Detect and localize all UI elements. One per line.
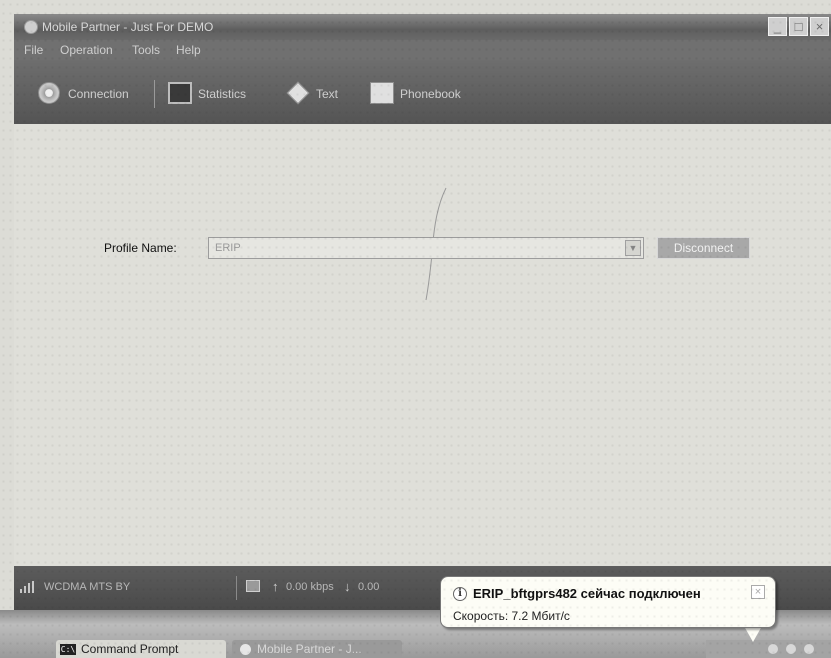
toolbar-connection-label: Connection [68,87,129,101]
download-speed: 0.00 [358,581,380,593]
title-bar[interactable]: Mobile Partner - Just For DEMO _ □ × [14,14,831,40]
toolbar-divider [154,80,155,108]
profile-name-value: ERIP [215,242,241,254]
notification-message: Скорость: 7.2 Мбит/с [453,609,570,623]
minimize-button[interactable]: _ [768,17,787,36]
upload-speed: 0.00 kbps [286,581,334,593]
text-message-icon [286,81,310,105]
command-prompt-icon: C:\ [60,644,76,655]
window-title: Mobile Partner - Just For DEMO [42,20,214,34]
upload-arrow-icon: ↑ [272,579,279,594]
connection-notification[interactable]: i ERIP_bftgprs482 сейчас подключен × Ско… [440,576,776,628]
status-divider [236,576,237,600]
taskbar-mobile-partner-label: Mobile Partner - J... [257,642,362,656]
tray-icon[interactable] [786,644,796,654]
toolbar-phonebook-label: Phonebook [400,87,461,101]
taskbar-command-prompt[interactable]: C:\ Command Prompt [56,640,226,658]
toolbar: Connection Statistics Text Phonebook [14,60,831,124]
close-button[interactable]: × [810,17,829,36]
network-name: WCDMA MTS BY [44,581,131,593]
menu-file[interactable]: File [24,43,43,57]
menu-operation[interactable]: Operation [60,43,113,57]
disconnect-button[interactable]: Disconnect [657,237,750,259]
profile-name-select[interactable]: ERIP ▼ [208,237,644,259]
mobile-partner-icon [240,644,251,655]
taskbar-command-prompt-label: Command Prompt [81,642,179,656]
connection-panel: Profile Name: ERIP ▼ Disconnect [14,124,831,566]
dropdown-arrow-icon[interactable]: ▼ [625,240,641,256]
close-icon[interactable]: × [751,585,765,599]
toolbar-statistics-label: Statistics [198,87,247,101]
notification-title: ERIP_bftgprs482 сейчас подключен [473,586,701,601]
taskbar-mobile-partner[interactable]: Mobile Partner - J... [232,640,402,658]
maximize-button[interactable]: □ [789,17,808,36]
connection-icon [38,82,60,104]
phonebook-icon [370,82,394,104]
app-icon [24,20,38,34]
menu-help[interactable]: Help [176,43,201,57]
toolbar-text-label: Text [316,87,339,101]
tray-icon[interactable] [768,644,778,654]
menu-bar: File Operation Tools Help [14,40,831,60]
system-tray [706,640,831,658]
download-arrow-icon: ↓ [344,579,351,594]
statistics-icon [168,82,192,104]
profile-name-label: Profile Name: [104,241,177,255]
mobile-partner-window: Mobile Partner - Just For DEMO _ □ × Fil… [0,0,831,658]
info-icon: i [453,587,467,601]
balloon-tail [744,626,762,642]
menu-tools[interactable]: Tools [132,43,160,57]
tray-icon[interactable] [804,644,814,654]
monitor-icon [246,580,260,592]
signal-strength-icon [20,581,36,593]
